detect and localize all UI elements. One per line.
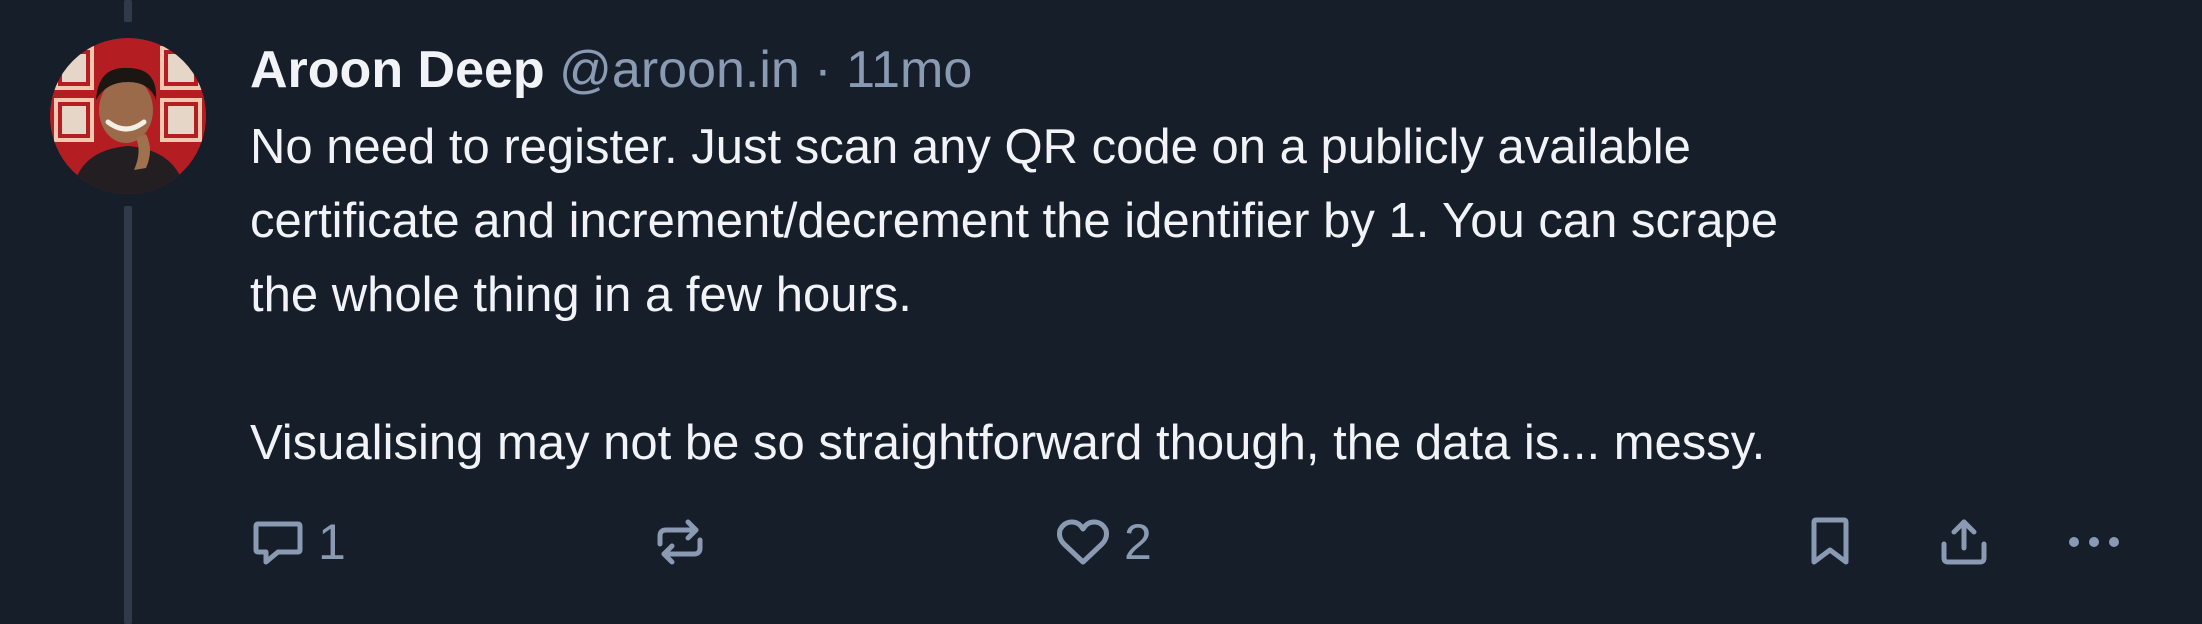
reply-button[interactable]: 1 xyxy=(250,505,346,579)
author-handle[interactable]: @aroon.in xyxy=(559,41,800,99)
post-content: Aroon Deep @aroon.in · 11mo No need to r… xyxy=(250,30,2150,480)
ellipsis-icon xyxy=(2064,514,2124,570)
repost-arrows-icon xyxy=(652,514,708,570)
reply-count: 1 xyxy=(318,514,346,570)
more-options-button[interactable] xyxy=(2064,505,2124,579)
like-button[interactable]: 2 xyxy=(1054,505,1152,579)
like-count: 2 xyxy=(1124,514,1152,570)
avatar[interactable] xyxy=(50,38,206,194)
post-header: Aroon Deep @aroon.in · 11mo xyxy=(250,30,2150,110)
author-name[interactable]: Aroon Deep xyxy=(250,41,545,99)
thread-line-top xyxy=(124,0,132,22)
post-text-line: No need to register. Just scan any QR co… xyxy=(250,120,1691,174)
header-separator: · xyxy=(814,41,832,99)
post-body: No need to register. Just scan any QR co… xyxy=(250,110,2150,480)
post-actions: 1 2 xyxy=(0,505,2202,579)
speech-bubble-icon xyxy=(250,514,306,570)
heart-icon xyxy=(1054,514,1112,570)
post-text-line: the whole thing in a few hours. xyxy=(250,268,912,322)
share-button[interactable] xyxy=(1936,505,1992,579)
bookmark-icon xyxy=(1802,514,1858,570)
bookmark-button[interactable] xyxy=(1802,505,1858,579)
post-card: Aroon Deep @aroon.in · 11mo No need to r… xyxy=(0,0,2202,624)
repost-button[interactable] xyxy=(652,505,708,579)
post-text-line: certificate and increment/decrement the … xyxy=(250,194,1779,248)
share-upload-icon xyxy=(1936,514,1992,570)
avatar-image xyxy=(50,38,206,194)
post-timestamp[interactable]: 11mo xyxy=(846,41,972,99)
post-text-line: Visualising may not be so straightforwar… xyxy=(250,416,1766,470)
